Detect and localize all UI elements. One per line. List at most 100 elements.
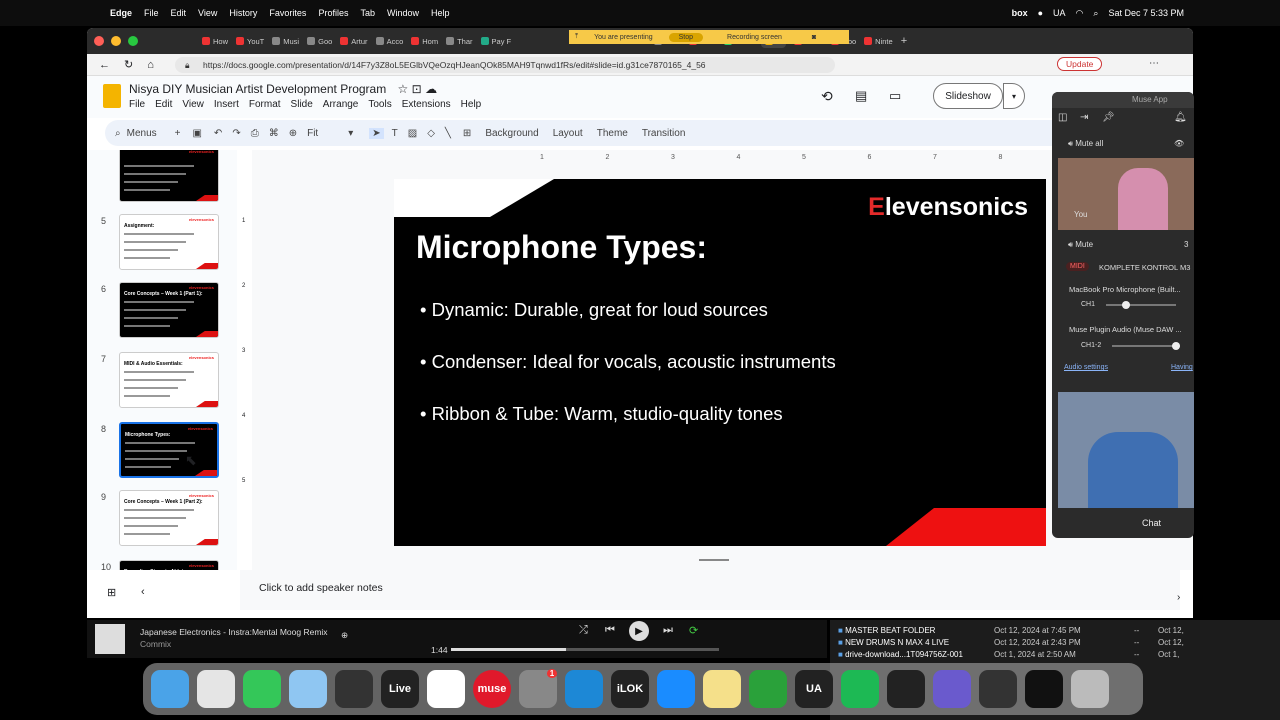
- update-button[interactable]: Update: [1057, 57, 1103, 71]
- meet-icon[interactable]: ▭: [889, 88, 901, 104]
- add-icon[interactable]: ⊕: [341, 630, 348, 641]
- slide-thumbnail-row[interactable]: elevensonics: [87, 150, 237, 210]
- slide-thumbnail[interactable]: elevensonics Assignment:: [119, 214, 219, 270]
- tab[interactable]: Ninte: [864, 35, 893, 48]
- list-item[interactable]: ■ NEW DRUMS N MAX 4 LIVE Oct 12, 2024 at…: [838, 638, 1184, 647]
- resize-handle[interactable]: [699, 559, 729, 561]
- text-box-icon[interactable]: T: [392, 128, 398, 139]
- chevron-down-icon[interactable]: ▾: [348, 128, 353, 139]
- box-icon[interactable]: box: [1012, 8, 1028, 18]
- url-field[interactable]: 🔒︎ https://docs.google.com/presentation/…: [175, 57, 835, 73]
- input-device-2[interactable]: Muse Plugin Audio (Muse DAW ...: [1069, 325, 1182, 334]
- search-menus-field[interactable]: Menus: [127, 128, 157, 139]
- new-slide-layout-icon[interactable]: ▣: [192, 128, 201, 139]
- dock-audio-icon[interactable]: [979, 670, 1017, 708]
- dock-settings-icon[interactable]: 1: [519, 668, 558, 708]
- select-tool-icon[interactable]: ➤: [369, 127, 384, 139]
- menu-tab[interactable]: Tab: [360, 8, 375, 18]
- menu-view[interactable]: View: [198, 8, 217, 18]
- next-icon[interactable]: ⏭︎: [663, 624, 673, 637]
- slide-thumbnail[interactable]: elevensonicsRecording Steps in Ableton:: [119, 560, 219, 570]
- input-1-slider[interactable]: [1106, 301, 1176, 309]
- tab[interactable]: Pay F: [480, 37, 511, 46]
- dock-safari-icon[interactable]: [289, 670, 327, 708]
- docs-menu-slide[interactable]: Slide: [291, 99, 313, 110]
- menu-help[interactable]: Help: [431, 8, 450, 18]
- slide-thumbnail-row[interactable]: 7 elevensonics MIDI & Audio Essentials:: [87, 350, 237, 416]
- track-artist[interactable]: Commix: [140, 639, 171, 649]
- layout-button[interactable]: Layout: [553, 128, 583, 139]
- menu-edit[interactable]: Edit: [171, 8, 187, 18]
- docs-menu-view[interactable]: View: [182, 99, 204, 110]
- close-window-button[interactable]: [94, 36, 104, 46]
- line-icon[interactable]: ╲: [445, 128, 451, 139]
- slide-thumbnail-row[interactable]: 9 elevensonics Core Concepts – Week 1 (Par…: [87, 488, 237, 554]
- shuffle-icon[interactable]: ⤮: [579, 624, 588, 637]
- help-link[interactable]: Having: [1171, 364, 1193, 371]
- tab[interactable]: Thar: [446, 37, 473, 46]
- more-icon[interactable]: ⋯: [1149, 58, 1159, 69]
- stop-recording-icon[interactable]: ◙: [812, 34, 816, 41]
- dock-ilok-icon[interactable]: iLOK: [611, 670, 649, 708]
- history-icon[interactable]: ⟲: [821, 88, 833, 105]
- progress-bar[interactable]: [451, 648, 719, 651]
- app-menu-edge[interactable]: Edge: [110, 8, 132, 18]
- dock-trash-icon[interactable]: [1071, 670, 1109, 708]
- wifi-icon[interactable]: ◠: [1076, 8, 1084, 19]
- add-icon[interactable]: +: [175, 128, 181, 139]
- slideshow-button[interactable]: Slideshow: [933, 83, 1003, 109]
- docs-menu-help[interactable]: Help: [461, 99, 482, 110]
- dock-utorrent-icon[interactable]: [749, 670, 787, 708]
- speaker-notes[interactable]: Click to add speaker notes: [240, 570, 1180, 610]
- zoom-window-button[interactable]: [128, 36, 138, 46]
- mute-all-button[interactable]: 🔊︎ Mute all: [1068, 139, 1103, 149]
- bell-icon[interactable]: 🔔︎: [1174, 112, 1187, 123]
- redo-icon[interactable]: ↷: [232, 128, 240, 139]
- minimize-window-button[interactable]: [111, 36, 121, 46]
- repeat-icon[interactable]: ⟳: [689, 624, 698, 637]
- docs-menu-tools[interactable]: Tools: [368, 99, 391, 110]
- audio-settings-link[interactable]: Audio settings: [1064, 364, 1108, 371]
- image-icon[interactable]: ▨: [408, 128, 417, 139]
- slide-title[interactable]: Microphone Types:: [416, 229, 707, 266]
- tab[interactable]: Artur: [340, 37, 368, 46]
- home-icon[interactable]: ⌂: [147, 59, 154, 71]
- current-slide[interactable]: Elevensonics Microphone Types: • Dynamic…: [394, 179, 1046, 546]
- slide-filmstrip[interactable]: elevensonics 5 elevensonics Assignment: 6 ele…: [87, 150, 237, 570]
- slide-thumbnail[interactable]: elevensonics MIDI & Audio Essentials:: [119, 352, 219, 408]
- shape-icon[interactable]: ◇: [427, 128, 435, 139]
- track-title[interactable]: Japanese Electronics - Instra:Mental Moo…: [140, 627, 328, 637]
- dock-launchpad-icon[interactable]: [197, 670, 235, 708]
- collapse-icon[interactable]: ⇥: [1080, 112, 1088, 123]
- eye-icon[interactable]: 👁︎: [1174, 139, 1184, 148]
- tab[interactable]: Goo: [307, 37, 332, 46]
- reload-icon[interactable]: ↻: [124, 58, 133, 71]
- zoom-icon[interactable]: ⊕: [289, 128, 297, 139]
- slide-thumbnail[interactable]: elevensonics Core Concepts – Week 1 (Part…: [119, 282, 219, 338]
- comment-icon[interactable]: ▤: [855, 88, 867, 104]
- slide-bullet[interactable]: • Ribbon & Tube: Warm, studio-quality to…: [420, 403, 783, 425]
- transition-button[interactable]: Transition: [642, 128, 686, 139]
- dock-squarespace-icon[interactable]: [427, 670, 465, 708]
- lang-indicator[interactable]: UA: [1053, 8, 1066, 18]
- previous-icon[interactable]: ⏮︎: [605, 624, 615, 637]
- dock-muse-icon[interactable]: muse: [473, 670, 511, 708]
- record-icon[interactable]: ●: [1038, 8, 1043, 18]
- slide-bullet[interactable]: • Condenser: Ideal for vocals, acoustic …: [420, 351, 836, 373]
- search-icon[interactable]: ⌕: [1093, 8, 1098, 19]
- print-icon[interactable]: ⎙: [251, 128, 259, 139]
- dock-ua-icon[interactable]: UA: [795, 670, 833, 708]
- star-icon[interactable]: ☆: [398, 82, 409, 96]
- docs-menu-arrange[interactable]: Arrange: [323, 99, 359, 110]
- list-item[interactable]: ■ MASTER BEAT FOLDER Oct 12, 2024 at 7:4…: [838, 626, 1184, 635]
- dock-notes-icon[interactable]: [703, 670, 741, 708]
- zoom-select[interactable]: Fit: [307, 128, 318, 139]
- menu-favorites[interactable]: Favorites: [269, 8, 306, 18]
- tab[interactable]: Musi: [272, 37, 299, 46]
- mute-button[interactable]: 🔊︎ Mute: [1068, 240, 1093, 250]
- tab[interactable]: Acco: [375, 37, 403, 46]
- slide-thumbnail-row[interactable]: 10 elevensonicsRecording Steps in Ableton…: [87, 558, 237, 570]
- slide-bullet[interactable]: • Dynamic: Durable, great for loud sourc…: [420, 299, 768, 321]
- dock-sound-icon[interactable]: [887, 670, 925, 708]
- slider-knob[interactable]: [1172, 342, 1180, 350]
